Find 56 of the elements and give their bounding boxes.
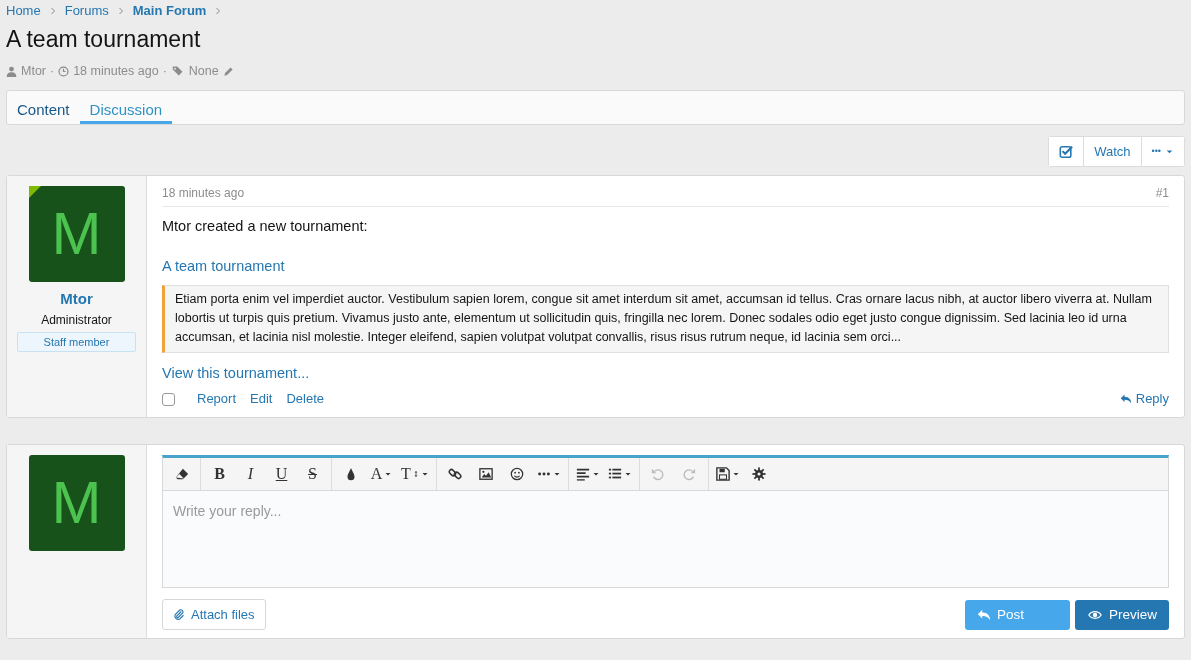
post-action-link[interactable]: Report xyxy=(197,389,237,409)
post-number-link[interactable]: #1 xyxy=(1155,184,1169,203)
user-avatar[interactable]: M xyxy=(28,186,125,283)
chevron-icon xyxy=(48,7,57,16)
user-avatar[interactable]: M xyxy=(28,454,125,551)
username-link[interactable]: Mtor xyxy=(60,288,93,311)
smiley-icon xyxy=(510,466,525,481)
staff-badge: Staff member xyxy=(17,331,136,353)
italic-button[interactable]: I xyxy=(235,460,266,487)
pencil-icon xyxy=(222,65,234,77)
more-menu-button[interactable]: ••• xyxy=(1140,136,1184,167)
font-button[interactable]: A xyxy=(366,460,397,487)
separator-dot: · xyxy=(50,62,55,80)
redo-icon xyxy=(682,466,697,481)
tournament-link[interactable]: A team tournament xyxy=(162,255,285,278)
list-icon xyxy=(607,466,622,481)
tab[interactable]: Content xyxy=(7,90,80,124)
strikethrough-button[interactable]: S xyxy=(297,460,328,487)
chevron-icon xyxy=(214,7,223,16)
post-time: 18 minutes ago xyxy=(73,62,159,80)
tournament-description: Etiam porta enim vel imperdiet auctor. Vestibulum sapien lorem, congue sit amet interdum sit amet, accumsan id tellus. Cras ornare lacus nibh, at auctor libero viverra at. Nullam lobortis ut turpis quis pretium. Vivamus justo ante, elementum ut sollicitudin quis, fringilla nec lorem. Donec sodales odio eget justo congue dignissim. Sed lacinia leo id urna accumsan, et lacinia nisl molestie. Integer eleifend, sapien volutpat volutpat convallis, risus risus rutrum neque, id lacinia sem orci... xyxy=(162,284,1169,353)
post-action-link[interactable]: Delete xyxy=(286,389,324,409)
attach-files-button[interactable]: Attach files xyxy=(162,598,266,631)
link-icon xyxy=(448,466,463,481)
tags-icon xyxy=(170,65,185,78)
font-size-button[interactable]: T xyxy=(397,460,433,487)
breadcrumb-link[interactable]: Home xyxy=(6,2,41,21)
undo-icon xyxy=(651,466,666,481)
separator-dot: · xyxy=(162,62,167,80)
checkbox-checked-icon xyxy=(1059,145,1074,160)
chevron-icon xyxy=(116,7,125,16)
post-button[interactable]: Post xyxy=(965,599,1070,630)
breadcrumb-link[interactable]: Main Forum xyxy=(132,2,207,21)
user-title: Administrator xyxy=(41,311,112,329)
thread-title: A team tournament xyxy=(6,26,202,54)
align-left-icon xyxy=(575,466,590,481)
breadcrumb-link[interactable]: Forums xyxy=(64,2,109,21)
settings-icon xyxy=(752,466,767,481)
underline-button[interactable]: U xyxy=(266,460,297,487)
reply-input-field[interactable]: Write your reply... xyxy=(163,490,1168,587)
image-icon xyxy=(479,466,494,481)
clock-icon xyxy=(58,65,70,77)
user-icon xyxy=(6,65,17,77)
eraser-icon xyxy=(174,466,189,481)
preview-button[interactable]: Preview xyxy=(1075,599,1169,630)
bold-button[interactable]: B xyxy=(204,460,235,487)
tab[interactable]: Discussion xyxy=(79,90,173,124)
author-link[interactable]: Mtor xyxy=(21,61,46,81)
post-text: Mtor created a new tournament: xyxy=(162,217,369,237)
tags-text: None xyxy=(188,62,219,80)
post-time: 18 minutes ago xyxy=(162,185,245,203)
view-tournament-link[interactable]: View this tournament... xyxy=(162,362,310,385)
select-checkbox[interactable] xyxy=(162,392,175,406)
paperclip-icon xyxy=(173,608,185,622)
post-action-link[interactable]: Edit xyxy=(250,389,273,409)
reply-link[interactable]: Reply xyxy=(1119,389,1169,409)
